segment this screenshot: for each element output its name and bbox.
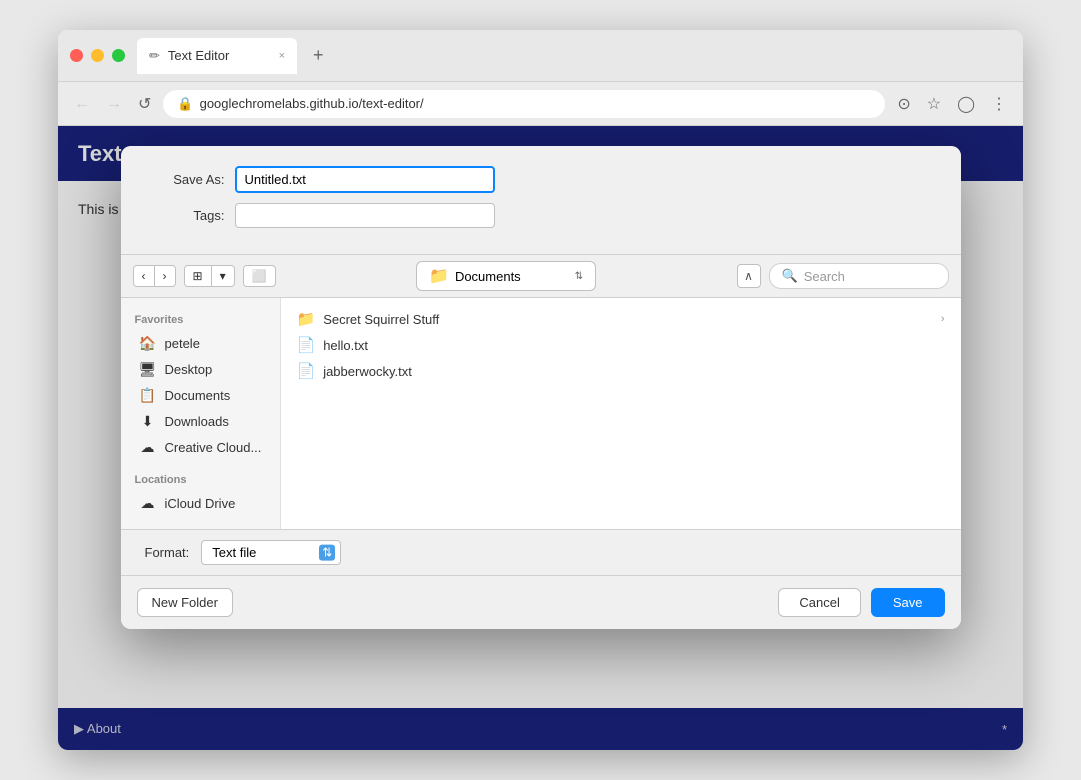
sidebar-item-desktop-label: Desktop bbox=[165, 362, 213, 377]
file-icon: 📄 bbox=[297, 362, 316, 380]
new-folder-toolbar-button[interactable]: ⬜ bbox=[243, 265, 276, 287]
location-text: Documents bbox=[455, 269, 521, 284]
folder-icon: 📁 bbox=[297, 310, 316, 328]
cancel-button[interactable]: Cancel bbox=[778, 588, 860, 617]
back-button[interactable]: ← bbox=[70, 91, 94, 117]
documents-icon: 📋 bbox=[139, 387, 157, 404]
format-bar: Format: Text file HTML file ⇅ bbox=[121, 529, 961, 575]
save-dialog: Save As: Tags: ‹ › ⊞ bbox=[121, 146, 961, 629]
dialog-file-list: 📁 Secret Squirrel Stuff › 📄 hello.txt 📄 … bbox=[281, 298, 961, 529]
maximize-button[interactable] bbox=[112, 49, 125, 62]
format-select-wrapper: Text file HTML file ⇅ bbox=[201, 540, 341, 565]
icloud-icon: ☁ bbox=[139, 495, 157, 512]
location-chevron: ⇅ bbox=[575, 271, 583, 282]
toolbar-back-button[interactable]: ‹ bbox=[134, 266, 155, 286]
view-mode-chevron[interactable]: ▾ bbox=[212, 266, 234, 286]
location-dropdown[interactable]: 📁 Documents ⇅ bbox=[416, 261, 596, 291]
tab-bar: ✏ Text Editor × + bbox=[137, 38, 1011, 74]
format-select[interactable]: Text file HTML file bbox=[201, 540, 341, 565]
window-controls bbox=[70, 49, 125, 62]
sidebar-item-desktop[interactable]: 🖥 Desktop bbox=[125, 357, 276, 382]
browser-actions: ⊙ ☆ ◯ ⋮ bbox=[893, 90, 1011, 118]
search-placeholder: Search bbox=[804, 269, 845, 284]
tags-label: Tags: bbox=[145, 208, 225, 223]
title-bar: ✏ Text Editor × + bbox=[58, 30, 1023, 82]
sidebar-item-icloud[interactable]: ☁ iCloud Drive bbox=[125, 491, 276, 516]
view-mode-button[interactable]: ⊞ bbox=[185, 266, 212, 286]
sidebar-item-downloads-label: Downloads bbox=[165, 414, 229, 429]
bookmark-button[interactable]: ☆ bbox=[923, 90, 945, 118]
location-folder-icon: 📁 bbox=[429, 266, 449, 286]
format-label: Format: bbox=[145, 545, 190, 560]
favorites-label: Favorites bbox=[121, 310, 280, 330]
search-icon: 🔍 bbox=[782, 268, 798, 284]
profile-button[interactable]: ◯ bbox=[953, 90, 979, 118]
new-folder-button[interactable]: New Folder bbox=[137, 588, 233, 617]
sidebar-item-documents[interactable]: 📋 Documents bbox=[125, 383, 276, 408]
forward-button[interactable]: → bbox=[102, 91, 126, 117]
sidebar-item-creative-cloud-label: Creative Cloud... bbox=[165, 440, 262, 455]
sidebar-item-petele[interactable]: 🏠 petele bbox=[125, 331, 276, 356]
tab-title: Text Editor bbox=[168, 48, 229, 63]
sidebar-item-creative-cloud[interactable]: ☁ Creative Cloud... bbox=[125, 435, 276, 460]
new-tab-button[interactable]: + bbox=[305, 41, 332, 70]
list-item[interactable]: 📁 Secret Squirrel Stuff › bbox=[289, 306, 953, 332]
cloud-icon: ☁ bbox=[139, 439, 157, 456]
reload-button[interactable]: ↺ bbox=[134, 90, 155, 118]
file-icon: 📄 bbox=[297, 336, 316, 354]
menu-button[interactable]: ⋮ bbox=[987, 90, 1011, 118]
save-as-label: Save As: bbox=[145, 172, 225, 187]
list-item[interactable]: 📄 hello.txt bbox=[289, 332, 953, 358]
url-text: googlechromelabs.github.io/text-editor/ bbox=[200, 96, 424, 111]
dialog-actions: Cancel Save bbox=[778, 588, 944, 617]
locations-label: Locations bbox=[121, 470, 280, 490]
chevron-right-icon: › bbox=[941, 313, 945, 325]
view-btn-group: ⊞ ▾ bbox=[184, 265, 235, 287]
dialog-top: Save As: Tags: bbox=[121, 146, 961, 254]
tab-close-button[interactable]: × bbox=[279, 50, 285, 62]
browser-window: ✏ Text Editor × + ← → ↺ 🔒 googlechromela… bbox=[58, 30, 1023, 750]
new-folder-toolbar-icon: ⬜ bbox=[252, 269, 267, 283]
dialog-toolbar: ‹ › ⊞ ▾ ⬜ 📁 Documents bbox=[121, 254, 961, 298]
account-button[interactable]: ⊙ bbox=[893, 90, 914, 118]
lock-icon: 🔒 bbox=[177, 96, 193, 112]
nav-btn-group: ‹ › bbox=[133, 265, 176, 287]
expand-button[interactable]: ∧ bbox=[737, 264, 761, 288]
page-content: Text File This is a n ▶ About * Save As: bbox=[58, 126, 1023, 750]
tags-input[interactable] bbox=[235, 203, 495, 228]
dialog-sidebar: Favorites 🏠 petele 🖥 Desktop 📋 Documents bbox=[121, 298, 281, 529]
save-button[interactable]: Save bbox=[871, 588, 945, 617]
location-name: 📁 Documents bbox=[429, 266, 521, 286]
sidebar-item-documents-label: Documents bbox=[165, 388, 231, 403]
search-box[interactable]: 🔍 Search bbox=[769, 263, 949, 289]
address-bar: ← → ↺ 🔒 googlechromelabs.github.io/text-… bbox=[58, 82, 1023, 126]
save-as-input[interactable] bbox=[235, 166, 495, 193]
dialog-footer: New Folder Cancel Save bbox=[121, 575, 961, 629]
home-icon: 🏠 bbox=[139, 335, 157, 352]
tab-icon: ✏ bbox=[149, 48, 160, 64]
sidebar-item-downloads[interactable]: ⬇ Downloads bbox=[125, 409, 276, 434]
toolbar-forward-button[interactable]: › bbox=[155, 266, 175, 286]
file-name: jabberwocky.txt bbox=[323, 364, 412, 379]
tags-field: Tags: bbox=[145, 203, 937, 228]
list-item[interactable]: 📄 jabberwocky.txt bbox=[289, 358, 953, 384]
dialog-overlay: Save As: Tags: ‹ › ⊞ bbox=[58, 126, 1023, 750]
file-name: hello.txt bbox=[323, 338, 368, 353]
desktop-icon: 🖥 bbox=[139, 361, 157, 378]
save-as-field: Save As: bbox=[145, 166, 937, 193]
sidebar-item-icloud-label: iCloud Drive bbox=[165, 496, 236, 511]
close-button[interactable] bbox=[70, 49, 83, 62]
url-bar[interactable]: 🔒 googlechromelabs.github.io/text-editor… bbox=[163, 90, 885, 118]
downloads-icon: ⬇ bbox=[139, 413, 157, 430]
dialog-body: Favorites 🏠 petele 🖥 Desktop 📋 Documents bbox=[121, 298, 961, 529]
file-name: Secret Squirrel Stuff bbox=[323, 312, 439, 327]
sidebar-item-petele-label: petele bbox=[165, 336, 200, 351]
minimize-button[interactable] bbox=[91, 49, 104, 62]
active-tab[interactable]: ✏ Text Editor × bbox=[137, 38, 297, 74]
